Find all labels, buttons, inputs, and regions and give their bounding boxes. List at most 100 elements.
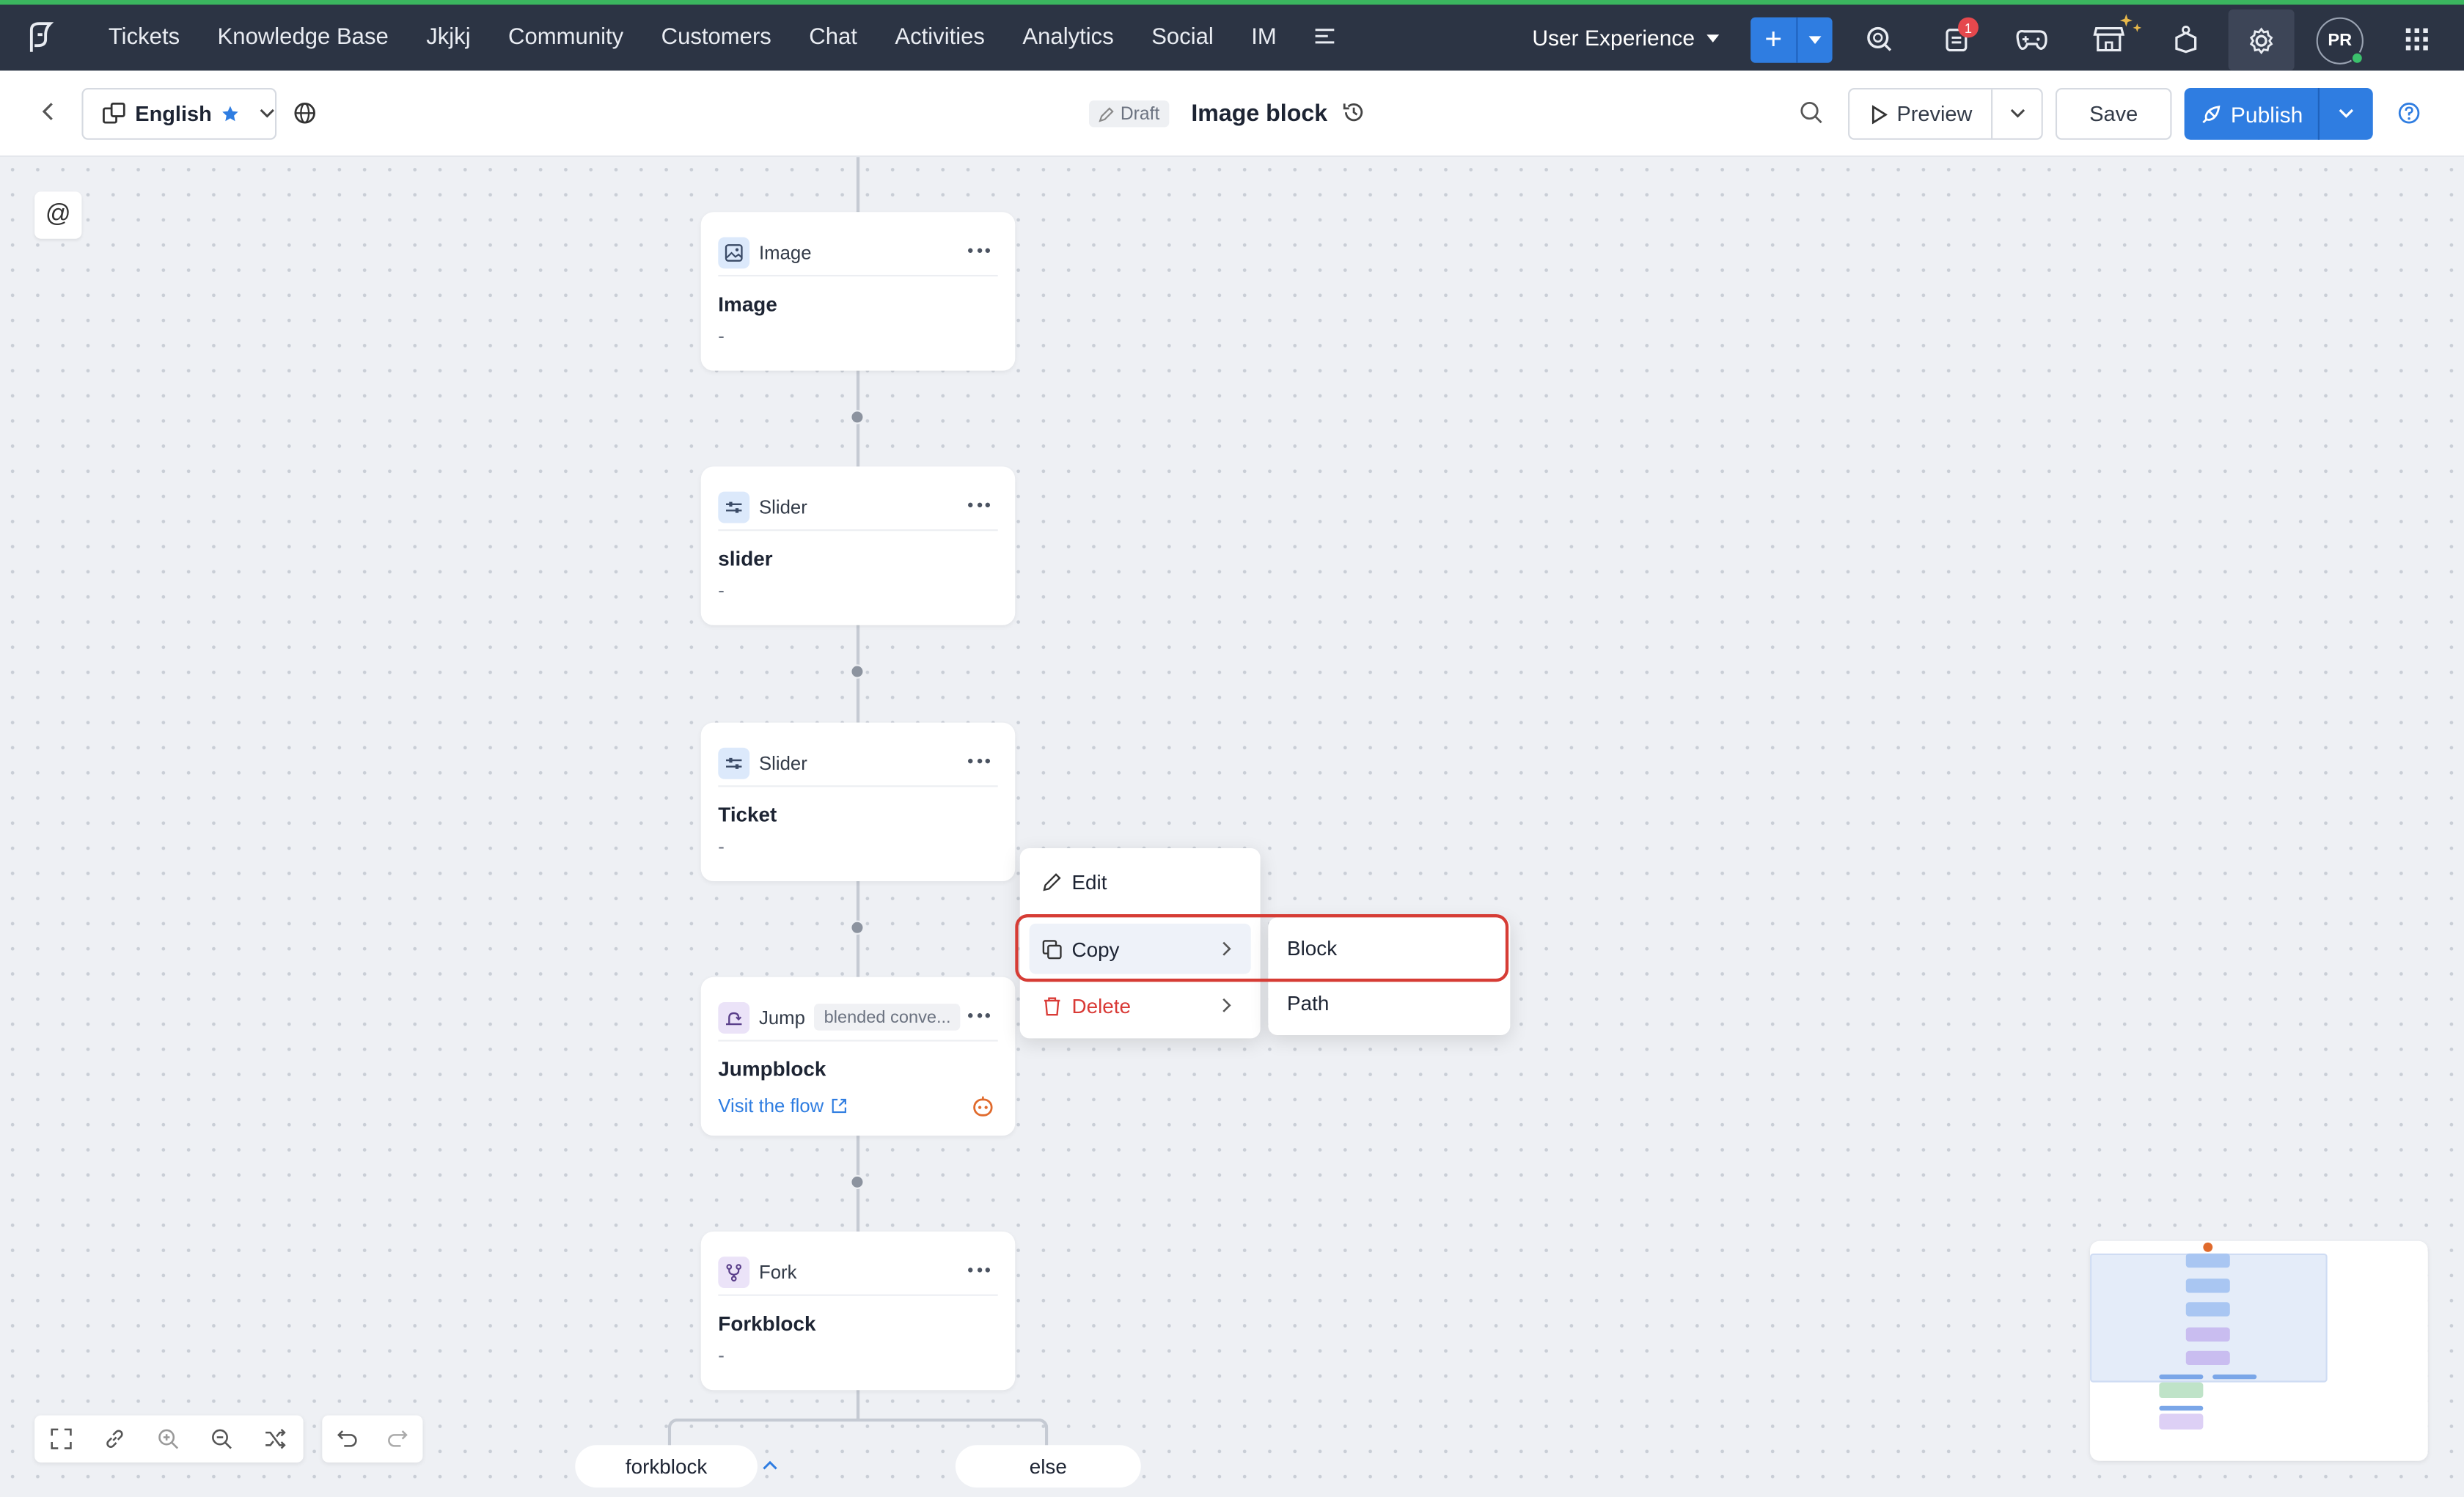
link-icon[interactable] <box>88 1416 142 1463</box>
fit-screen-icon[interactable] <box>34 1416 88 1463</box>
block-type: Fork <box>759 1260 797 1283</box>
undo-icon[interactable] <box>322 1416 373 1463</box>
block-description: - <box>718 579 725 602</box>
minimap-block <box>2185 1279 2230 1293</box>
nav-social[interactable]: Social <box>1132 25 1232 50</box>
more-options-icon[interactable] <box>964 239 995 261</box>
nav-chat[interactable]: Chat <box>791 25 876 50</box>
help-icon[interactable] <box>2398 102 2420 132</box>
nav-knowledge-base[interactable]: Knowledge Base <box>199 25 408 50</box>
version-history-icon[interactable] <box>1342 100 1365 132</box>
block-type: Image <box>759 240 812 263</box>
bot-warning-icon[interactable] <box>972 1095 993 1125</box>
editor-header: English Draft Image block Preview Save P… <box>0 70 2464 158</box>
nav-im[interactable]: IM <box>1233 25 1296 50</box>
minimap-block <box>2159 1382 2204 1399</box>
image-icon <box>718 236 750 268</box>
nav-more-icon[interactable] <box>1296 25 1355 50</box>
minimap-branch <box>2159 1405 2204 1411</box>
connector-line <box>856 157 860 213</box>
highlight-annotation <box>1015 914 1509 982</box>
submenu-item-path[interactable]: Path <box>1287 991 1329 1015</box>
branch-else[interactable]: else <box>955 1445 1141 1488</box>
nav-jkjkj[interactable]: Jkjkj <box>407 25 489 50</box>
block-description: - <box>718 835 725 858</box>
flow-block-jump[interactable]: Jump blended conve... Jumpblock Visit th… <box>700 976 1016 1136</box>
language-selector[interactable]: English <box>81 87 277 140</box>
draft-status-badge: Draft <box>1089 100 1170 128</box>
online-status-dot <box>2350 51 2364 65</box>
block-header: Slider <box>718 484 998 532</box>
add-block-dot[interactable] <box>850 664 865 679</box>
nav-community[interactable]: Community <box>489 25 642 50</box>
mention-button[interactable]: @ <box>34 191 82 239</box>
flow-block-slider[interactable]: Slider Ticket - <box>700 722 1016 882</box>
new-item-caret-icon[interactable] <box>1797 18 1832 63</box>
minimap-block <box>2159 1413 2204 1430</box>
pencil-icon <box>1043 872 1061 891</box>
nav-activities[interactable]: Activities <box>876 25 1004 50</box>
block-name: slider <box>718 546 773 570</box>
add-block-dot[interactable] <box>850 1174 865 1190</box>
block-type: Slider <box>759 751 807 774</box>
menu-item-edit[interactable]: Edit <box>1030 856 1251 907</box>
branch-collapse-chevron-icon[interactable] <box>758 1452 782 1476</box>
add-block-dot[interactable] <box>850 410 865 424</box>
preview-chevron-down-icon[interactable] <box>2010 108 2025 119</box>
block-header: Slider <box>718 740 998 787</box>
redo-icon[interactable] <box>373 1416 423 1463</box>
flow-block-image[interactable]: Image Image - <box>700 212 1016 371</box>
nav-customers[interactable]: Customers <box>642 25 791 50</box>
gamepad-icon[interactable] <box>2012 19 2053 60</box>
more-options-icon[interactable] <box>964 1258 995 1280</box>
publish-button[interactable]: Publish <box>2184 87 2373 140</box>
flow-block-fork[interactable]: Fork Forkblock - <box>700 1231 1016 1391</box>
more-options-icon[interactable] <box>964 493 995 515</box>
learning-icon[interactable] <box>2166 19 2207 60</box>
notification-badge: 1 <box>1958 17 1979 38</box>
globe-icon[interactable] <box>294 102 316 132</box>
block-header: Jump blended conve... <box>718 994 998 1042</box>
zoom-in-icon[interactable] <box>142 1416 195 1463</box>
back-chevron-icon[interactable] <box>40 100 59 130</box>
app-logo-icon[interactable] <box>0 4 81 70</box>
new-item-button[interactable]: + <box>1750 17 1833 63</box>
minimap[interactable] <box>2090 1240 2428 1461</box>
chevron-right-icon <box>1222 998 1231 1012</box>
plus-icon[interactable]: + <box>1750 17 1798 63</box>
publish-chevron-down-icon[interactable] <box>2320 88 2373 140</box>
history-toolbar <box>322 1415 423 1463</box>
branch-forkblock[interactable]: forkblock <box>575 1445 758 1488</box>
shuffle-icon[interactable] <box>249 1416 302 1463</box>
top-nav-bar: Tickets Knowledge Base Jkjkj Community C… <box>0 0 2464 71</box>
caret-down-icon <box>1706 34 1719 42</box>
flow-block-slider[interactable]: Slider slider - <box>700 466 1016 625</box>
menu-item-delete[interactable]: Delete <box>1030 980 1251 1031</box>
user-avatar[interactable]: PR <box>2316 17 2364 65</box>
minimap-block <box>2185 1302 2230 1317</box>
save-button[interactable]: Save <box>2055 87 2172 140</box>
add-block-dot[interactable] <box>850 920 865 935</box>
trash-icon <box>1044 996 1060 1015</box>
preview-button[interactable]: Preview <box>1848 87 2043 140</box>
app-grid-icon[interactable] <box>2397 19 2438 60</box>
nav-tickets[interactable]: Tickets <box>89 25 199 50</box>
zoom-out-icon[interactable] <box>195 1416 249 1463</box>
flow-canvas[interactable]: @ Image Image - Slider slider - Slider T… <box>0 157 2464 1497</box>
more-options-icon[interactable] <box>964 749 995 771</box>
default-star-icon <box>221 106 238 122</box>
visit-flow-link[interactable]: Visit the flow <box>718 1095 847 1117</box>
minimap-block <box>2185 1350 2230 1366</box>
settings-gear-icon[interactable] <box>2228 9 2295 71</box>
more-options-icon[interactable] <box>964 1004 995 1026</box>
search-icon[interactable] <box>1859 19 1900 60</box>
page-title: Image block <box>1191 100 1328 128</box>
block-name: Ticket <box>718 802 777 827</box>
rocket-icon <box>2201 104 2220 123</box>
chevron-down-icon <box>260 108 274 118</box>
search-icon[interactable] <box>1800 100 1823 132</box>
jump-icon <box>718 1001 750 1033</box>
nav-analytics[interactable]: Analytics <box>1004 25 1133 50</box>
slider-icon <box>718 490 750 523</box>
department-selector[interactable]: User Experience <box>1532 25 1719 51</box>
